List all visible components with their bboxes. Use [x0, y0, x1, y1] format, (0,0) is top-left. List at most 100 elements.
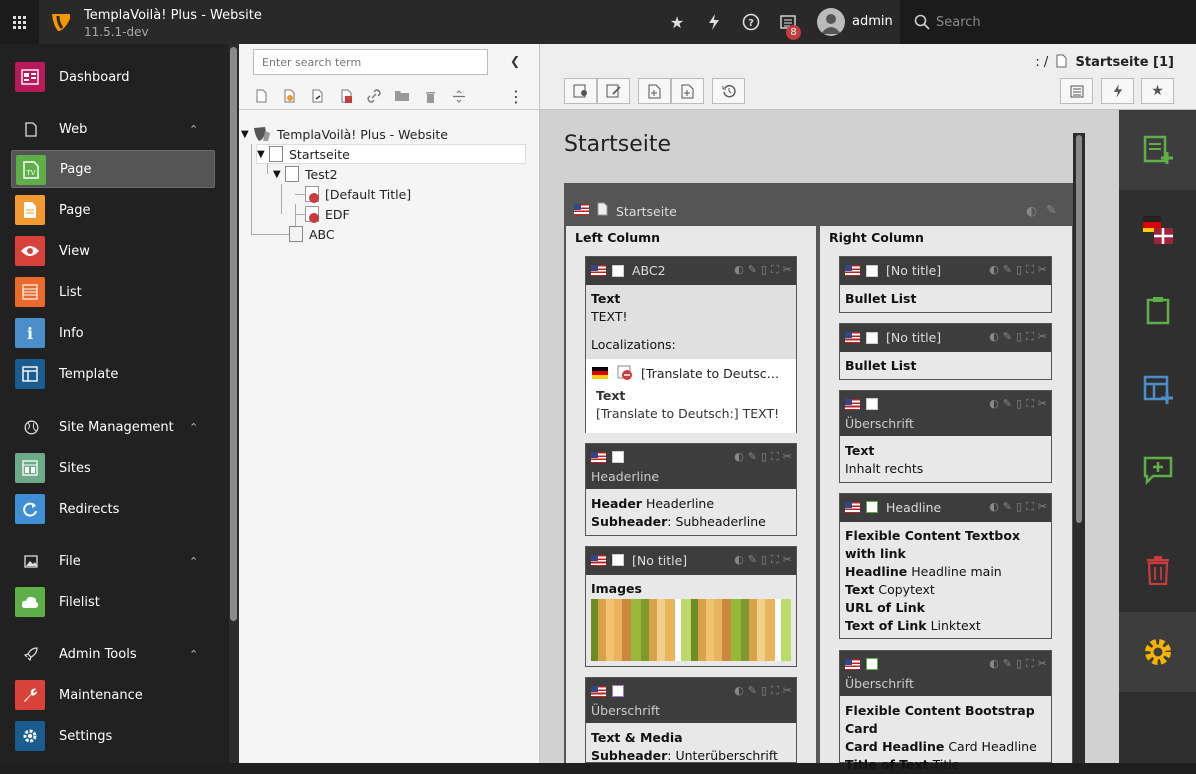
- cut-icon[interactable]: ✂: [1038, 330, 1047, 344]
- module-filelist[interactable]: Filelist: [11, 583, 215, 621]
- module-dashboard[interactable]: Dashboard: [11, 58, 215, 96]
- tree-node-default-title[interactable]: [Default Title]: [305, 184, 411, 204]
- lock-icon[interactable]: ⛶: [1026, 397, 1034, 411]
- link-icon[interactable]: [365, 86, 383, 106]
- group-admin-tools[interactable]: Admin Tools ⌃: [0, 635, 229, 673]
- content-element-bullets-2[interactable]: [No title] ◐ ✎ ▯ ⛶ ✂ Bullet List: [839, 323, 1052, 380]
- module-view[interactable]: View: [11, 232, 215, 270]
- edit-icon[interactable]: ✎: [1003, 397, 1012, 411]
- toggle-visibility-icon[interactable]: ◐: [734, 450, 744, 464]
- tree-node-edf[interactable]: EDF: [305, 204, 350, 224]
- module-template[interactable]: Template: [11, 355, 215, 393]
- global-search-input[interactable]: [936, 12, 1186, 32]
- cut-icon[interactable]: ✂: [1038, 263, 1047, 277]
- lock-icon[interactable]: ⛶: [1026, 263, 1034, 277]
- tree-node-abc[interactable]: ABC: [289, 224, 335, 244]
- toggle-visibility-icon[interactable]: ◐: [989, 397, 999, 411]
- new-content-sidebar-button[interactable]: [1119, 110, 1196, 190]
- new-page-button[interactable]: [671, 78, 704, 104]
- settings-sidebar-button[interactable]: [1119, 612, 1196, 692]
- cut-icon[interactable]: ✂: [1038, 500, 1047, 514]
- edit-page-button[interactable]: [597, 78, 630, 104]
- history-button[interactable]: [712, 78, 745, 104]
- edit-icon[interactable]: ✎: [748, 553, 757, 567]
- toggle-visibility-icon[interactable]: ◐: [989, 330, 999, 344]
- add-comment-sidebar-button[interactable]: [1119, 430, 1196, 510]
- edit-icon[interactable]: ✎: [1003, 657, 1012, 671]
- copy-icon[interactable]: ▯: [761, 553, 767, 567]
- tree-node-test2[interactable]: ▼ Test2: [273, 164, 338, 184]
- copy-icon[interactable]: ▯: [1016, 397, 1022, 411]
- new-page-icon[interactable]: [252, 86, 270, 106]
- group-file[interactable]: File ⌃: [0, 542, 229, 580]
- toggle-visibility-icon[interactable]: ◐: [989, 657, 999, 671]
- trash-sidebar-button[interactable]: [1119, 530, 1196, 610]
- toggle-visibility-icon[interactable]: ◐: [734, 263, 744, 277]
- edit-icon[interactable]: ✎: [748, 684, 757, 698]
- cut-icon[interactable]: ✂: [783, 450, 792, 464]
- module-redirects[interactable]: Redirects: [11, 490, 215, 528]
- tree-node-root[interactable]: ▼ TemplaVoilà! Plus - Website: [241, 124, 448, 144]
- module-list[interactable]: List: [11, 273, 215, 311]
- caret-down-icon[interactable]: ▼: [257, 149, 269, 160]
- localization-item[interactable]: [Translate to Deutsc… Text [Translate to…: [586, 359, 796, 433]
- copy-icon[interactable]: ▯: [1016, 500, 1022, 514]
- image-thumbnail[interactable]: [691, 599, 791, 661]
- content-element-bullets-1[interactable]: [No title] ◐ ✎ ▯ ⛶ ✂ Bullet List: [839, 256, 1052, 313]
- site-name[interactable]: TemplaVoilà! Plus - Website: [84, 8, 262, 23]
- new-backend-page-icon[interactable]: [281, 86, 299, 106]
- new-record-sidebar-button[interactable]: [1119, 350, 1196, 430]
- module-maintenance[interactable]: Maintenance: [11, 676, 215, 714]
- lock-icon[interactable]: ⛶: [771, 450, 779, 464]
- toggle-visibility-icon[interactable]: ◐: [989, 500, 999, 514]
- copy-icon[interactable]: ▯: [1016, 263, 1022, 277]
- caret-down-icon[interactable]: ▼: [273, 169, 285, 180]
- list-view-button[interactable]: [1060, 78, 1093, 104]
- cut-icon[interactable]: ✂: [1038, 657, 1047, 671]
- cut-icon[interactable]: ✂: [783, 553, 792, 567]
- content-element-abc2[interactable]: ABC2 ◐ ✎ ▯ ⛶ ✂ Text TEXT! Localizations: [Tr…: [585, 256, 797, 433]
- new-content-button[interactable]: [638, 78, 671, 104]
- lock-icon[interactable]: ⛶: [771, 684, 779, 698]
- bookmarks-star-icon[interactable]: ★: [665, 10, 689, 34]
- copy-icon[interactable]: ▯: [761, 684, 767, 698]
- module-sites[interactable]: Sites: [11, 449, 215, 487]
- edit-icon[interactable]: ✎: [748, 450, 757, 464]
- toggle-visibility-icon[interactable]: ◐: [734, 553, 744, 567]
- cut-icon[interactable]: ✂: [783, 684, 792, 698]
- cut-icon[interactable]: ✂: [783, 263, 792, 277]
- content-element-text-right[interactable]: ◐ ✎ ▯ ⛶ ✂ Überschrift Text Inhalt rechts: [839, 390, 1052, 483]
- image-thumbnail[interactable]: [591, 599, 691, 661]
- cut-icon[interactable]: ✂: [1038, 397, 1047, 411]
- content-element-headline-fce[interactable]: Headline ◐ ✎ ▯ ⛶ ✂ Flexible Content Textbox …: [839, 493, 1052, 639]
- content-scrollbar[interactable]: [1073, 133, 1085, 763]
- lock-icon[interactable]: ⛶: [1026, 657, 1034, 671]
- user-avatar[interactable]: [817, 8, 845, 36]
- lock-icon[interactable]: ⛶: [1026, 330, 1034, 344]
- chevron-left-icon[interactable]: ❮: [510, 54, 520, 68]
- content-element-headerline[interactable]: ◐ ✎ ▯ ⛶ ✂ Headerline Header Headerline Subhe…: [585, 443, 797, 536]
- content-element-card-fce[interactable]: ◐ ✎ ▯ ⛶ ✂ Überschrift Flexible Content Boots…: [839, 650, 1052, 772]
- folder-icon[interactable]: [393, 86, 411, 106]
- edit-icon[interactable]: ✎: [1003, 500, 1012, 514]
- clear-cache-bolt-icon[interactable]: [702, 10, 726, 34]
- copy-icon[interactable]: ▯: [761, 263, 767, 277]
- edit-icon[interactable]: ✎: [1003, 263, 1012, 277]
- divider-icon[interactable]: [450, 86, 468, 106]
- lock-icon[interactable]: ⛶: [1026, 500, 1034, 514]
- toggle-visibility-icon[interactable]: ◐: [734, 684, 744, 698]
- group-web[interactable]: Web ⌃: [0, 110, 229, 148]
- module-info[interactable]: i Info: [11, 314, 215, 352]
- caret-down-icon[interactable]: ▼: [241, 129, 253, 140]
- new-shortcut-icon[interactable]: [309, 86, 327, 106]
- lock-icon[interactable]: ⛶: [771, 553, 779, 567]
- bookmark-button[interactable]: ★: [1141, 78, 1174, 104]
- content-element-textmedia[interactable]: ◐ ✎ ▯ ⛶ ✂ Überschrift Text & Media Subheader…: [585, 677, 797, 763]
- trash-icon[interactable]: [421, 86, 439, 106]
- edit-icon[interactable]: ✎: [1003, 330, 1012, 344]
- breadcrumb-page[interactable]: Startseite [1]: [1076, 55, 1174, 70]
- tree-search-input[interactable]: [253, 49, 488, 75]
- module-page-templavoila[interactable]: TV Page: [11, 150, 215, 188]
- help-icon[interactable]: ?: [739, 10, 763, 34]
- user-name[interactable]: admin: [852, 14, 893, 29]
